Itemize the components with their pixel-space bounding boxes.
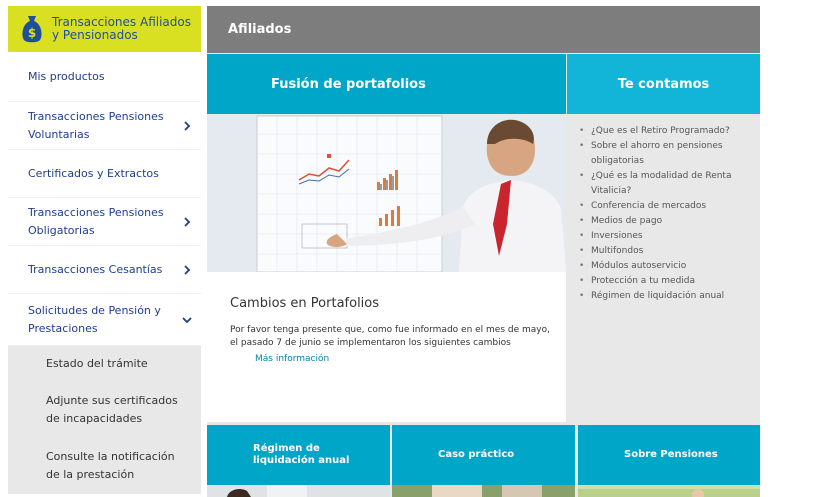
sidebar-item-label: Solicitudes de Pensión y Prestaciones [28,303,161,335]
tile-photo [578,485,760,497]
sidebar-subitem-estado-tramite[interactable]: Estado del trámite [8,346,201,382]
sidebar-subitem-notificacion-prestacion[interactable]: Consulte la notificación de la prestació… [8,438,201,494]
sidebar-subitem-label: Consulte la notificación de la prestació… [46,450,175,481]
sidebar-header: $ Transacciones Afiliados y Pensionados [8,6,201,52]
te-contamos-link[interactable]: Sobre el ahorro en pensiones obligatoria… [579,139,754,169]
chevron-right-icon [184,264,191,275]
chevron-right-icon [184,216,191,227]
sidebar: $ Transacciones Afiliados y Pensionados … [8,6,201,497]
presentation-photo [207,114,566,272]
sidebar-item-solicitudes-pension[interactable]: Solicitudes de Pensión y Prestaciones [8,294,201,346]
sidebar-item-cesantias[interactable]: Transacciones Cesantías [8,246,201,294]
tile-caso-practico[interactable]: Caso práctico [392,425,575,497]
sidebar-item-label: Transacciones Pensiones Voluntarias [28,109,164,141]
main-content: Afiliados Fusión de portafolios Cambios … [207,6,760,497]
te-contamos-link[interactable]: ¿Que es el Retiro Programado? [579,124,754,139]
more-info-link[interactable]: Más información [255,354,329,364]
feature-card: Fusión de portafolios Cambios en Portafo… [207,54,566,422]
feature-card-title[interactable]: Fusión de portafolios [207,54,566,114]
te-contamos-link[interactable]: Multifondos [579,244,754,259]
svg-text:$: $ [28,26,36,40]
sidebar-item-label: Certificados y Extractos [28,166,159,180]
money-bag-icon: $ [20,14,44,44]
sidebar-item-label: Transacciones Cesantías [28,262,163,276]
te-contamos-link[interactable]: Régimen de liquidación anual [579,289,754,304]
sidebar-item-label: Transacciones Pensiones Obligatorias [28,205,164,237]
tile-sobre-pensiones[interactable]: Sobre Pensiones [578,425,760,497]
sidebar-item-label: Mis productos [28,69,105,83]
te-contamos-link[interactable]: Medios de pago [579,214,754,229]
te-contamos-link[interactable]: Inversiones [579,229,754,244]
te-contamos-link[interactable]: Conferencia de mercados [579,199,754,214]
sidebar-item-pensiones-obligatorias[interactable]: Transacciones Pensiones Obligatorias [8,198,201,246]
chevron-right-icon [184,120,191,131]
chevron-down-icon [182,316,192,323]
tile-title: Caso práctico [392,425,575,485]
te-contamos-list: ¿Que es el Retiro Programado? Sobre el a… [567,114,760,304]
tile-regimen-liquidacion[interactable]: Régimen de liquidación anual [207,425,390,497]
tile-title: Régimen de liquidación anual [207,425,390,485]
tile-photo [392,485,575,497]
sidebar-item-mis-productos[interactable]: Mis productos [8,52,201,102]
page-title: Afiliados [207,6,760,53]
te-contamos-link[interactable]: Protección a tu medida [579,274,754,289]
te-contamos-link[interactable]: ¿Qué es la modalidad de Renta Vitalicia? [579,169,754,199]
card-subtitle: Cambios en Portafolios [230,296,380,311]
sidebar-subitem-label: Adjunte sus certificados de incapacidade… [46,394,178,425]
tile-title: Sobre Pensiones [578,425,760,485]
sidebar-subitem-certificados-incapacidades[interactable]: Adjunte sus certificados de incapacidade… [8,382,201,438]
sidebar-item-pensiones-voluntarias[interactable]: Transacciones Pensiones Voluntarias [8,102,201,150]
sidebar-header-title: Transacciones Afiliados y Pensionados [52,15,191,42]
tile-photo [207,485,390,497]
te-contamos-panel: Te contamos ¿Que es el Retiro Programado… [567,54,760,422]
te-contamos-link[interactable]: Módulos autoservicio [579,259,754,274]
sidebar-subitem-label: Estado del trámite [46,357,148,370]
sidebar-item-certificados-extractos[interactable]: Certificados y Extractos [8,150,201,198]
te-contamos-title: Te contamos [567,54,760,114]
card-description: Por favor tenga presente que, como fue i… [230,325,550,348]
